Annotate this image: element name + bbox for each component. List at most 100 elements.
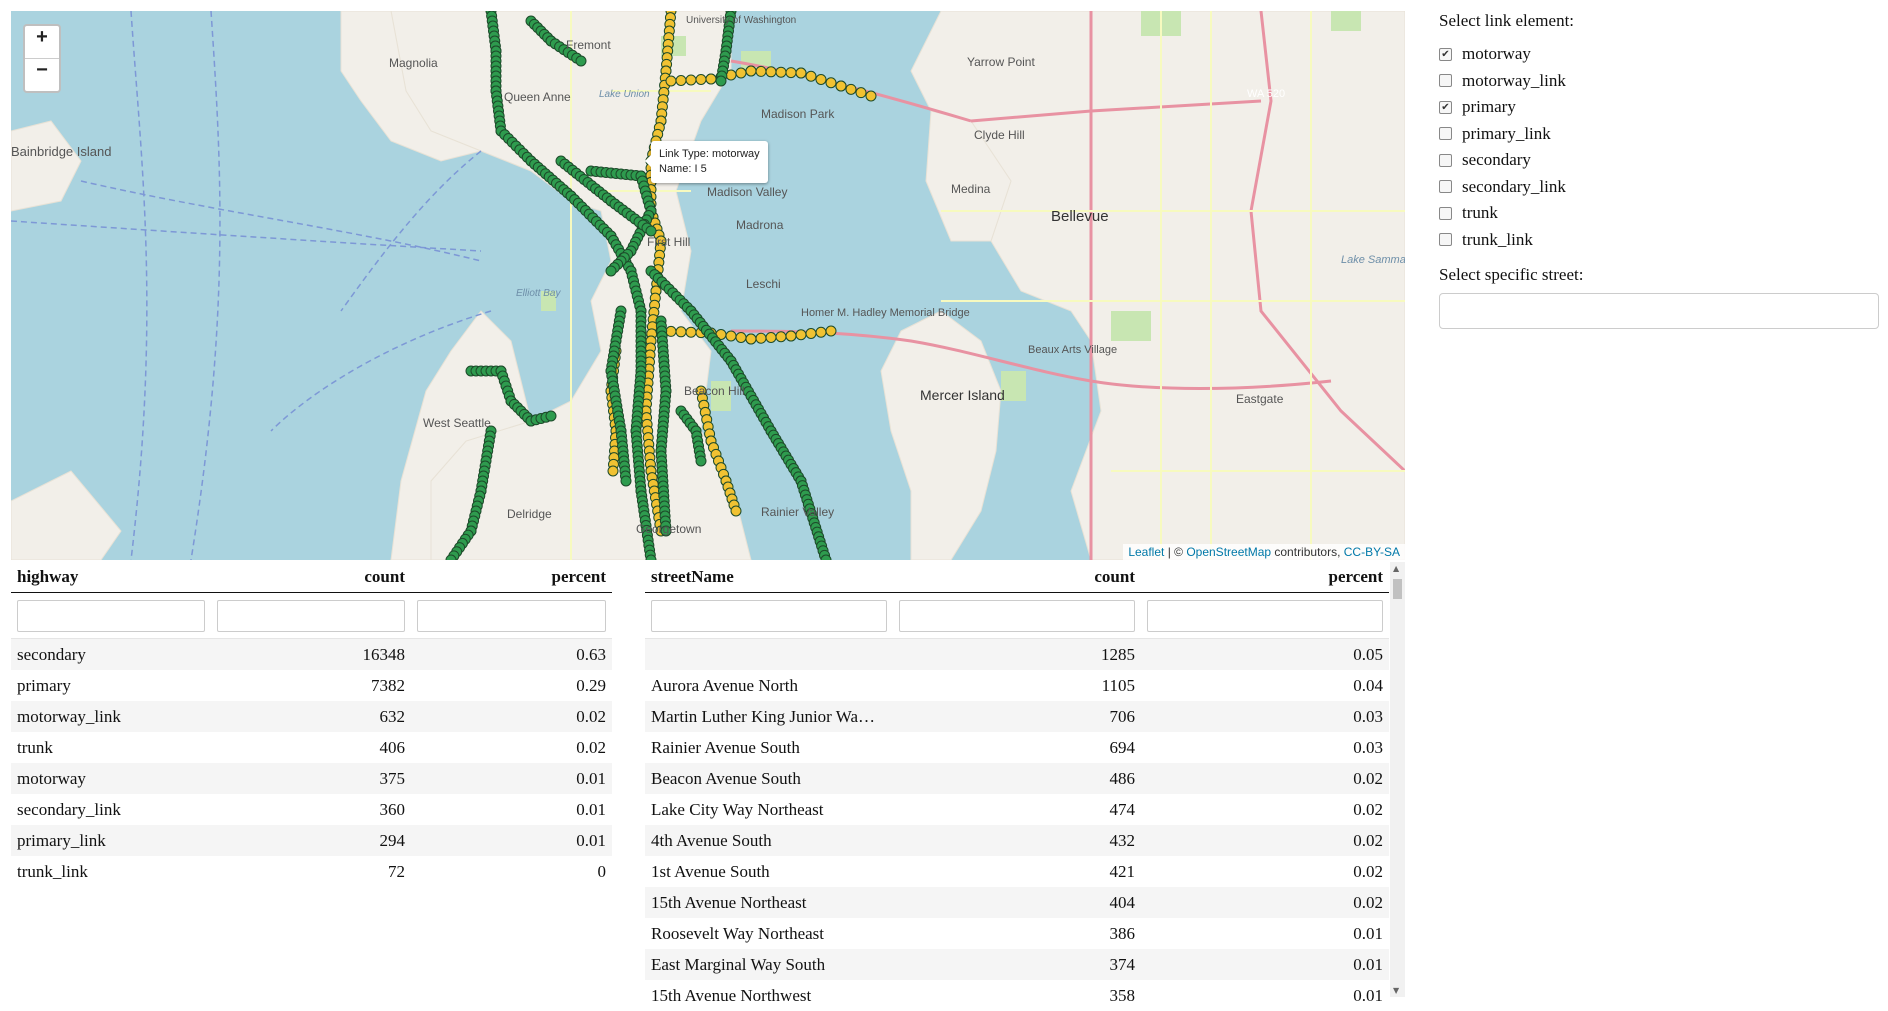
filter-input-streetname[interactable] [651,600,887,632]
primary-marker[interactable] [746,66,756,76]
table-row[interactable]: 4th Avenue South4320.02 [645,825,1389,856]
table-row[interactable]: 15th Avenue Northeast4040.02 [645,887,1389,918]
table-row[interactable]: Lake City Way Northeast4740.02 [645,794,1389,825]
motorway-marker[interactable] [546,411,556,421]
primary-marker[interactable] [826,78,836,88]
table-row[interactable]: secondary_link3600.01 [11,794,612,825]
table-row[interactable]: Beacon Avenue South4860.02 [645,763,1389,794]
table-row[interactable]: 12850.05 [645,639,1389,671]
checkbox-row-primary[interactable]: ✔primary [1439,94,1879,121]
checkbox-row-trunk-link[interactable]: trunk_link [1439,227,1879,254]
leaflet-link[interactable]: Leaflet [1128,545,1164,559]
checkbox-motorway[interactable]: ✔ [1439,48,1452,61]
filter-input-highway[interactable] [17,600,205,632]
primary-marker[interactable] [731,506,741,516]
table-row[interactable]: East Marginal Way South3740.01 [645,949,1389,980]
primary-marker[interactable] [746,334,756,344]
column-header-percent[interactable]: percent [1141,562,1389,593]
column-header-count[interactable]: count [211,562,411,593]
motorway-marker[interactable] [576,56,586,66]
motorway-marker[interactable] [696,456,706,466]
map[interactable]: Magnolia Queen Anne Fremont University o… [11,11,1405,560]
filter-input-count[interactable] [899,600,1135,632]
primary-marker[interactable] [686,327,696,337]
primary-marker[interactable] [696,75,706,85]
table-row[interactable]: Martin Luther King Junior Wa…7060.03 [645,701,1389,732]
primary-marker[interactable] [776,332,786,342]
filter-input-percent[interactable] [1147,600,1383,632]
filter-input-count[interactable] [217,600,405,632]
primary-marker[interactable] [676,327,686,337]
primary-marker[interactable] [846,84,856,94]
checkbox-row-motorway[interactable]: ✔motorway [1439,41,1879,68]
primary-marker[interactable] [766,333,776,343]
checkbox-row-trunk[interactable]: trunk [1439,200,1879,227]
checkbox-primary[interactable]: ✔ [1439,101,1452,114]
street-table-scrollbar[interactable]: ▲ ▼ [1390,562,1405,997]
column-header-percent[interactable]: percent [411,562,612,593]
primary-marker[interactable] [666,76,676,86]
primary-marker[interactable] [756,66,766,76]
checkbox-secondary-link[interactable] [1439,180,1452,193]
primary-marker[interactable] [686,75,696,85]
checkbox-trunk-link[interactable] [1439,233,1452,246]
motorway-marker[interactable] [621,476,631,486]
column-header-count[interactable]: count [893,562,1141,593]
license-link[interactable]: CC-BY-SA [1344,545,1400,559]
checkbox-trunk[interactable] [1439,207,1452,220]
filter-input-percent[interactable] [417,600,606,632]
scroll-down-icon[interactable]: ▼ [1393,986,1399,995]
column-header-streetname[interactable]: streetName [645,562,893,593]
primary-marker[interactable] [856,88,866,98]
primary-marker[interactable] [796,68,806,78]
primary-marker[interactable] [806,71,816,81]
scrollbar-thumb[interactable] [1393,579,1402,599]
checkbox-row-primary-link[interactable]: primary_link [1439,121,1879,148]
checkbox-row-secondary[interactable]: secondary [1439,147,1879,174]
table-row[interactable]: trunk_link720 [11,856,612,887]
primary-marker[interactable] [736,333,746,343]
checkbox-row-motorway-link[interactable]: motorway_link [1439,68,1879,95]
checkbox-secondary[interactable] [1439,154,1452,167]
primary-marker[interactable] [816,75,826,85]
primary-marker[interactable] [676,76,686,86]
primary-marker[interactable] [706,74,716,84]
table-row[interactable]: primary73820.29 [11,670,612,701]
primary-marker[interactable] [608,466,618,476]
primary-marker[interactable] [726,331,736,341]
table-row[interactable]: motorway_link6320.02 [11,701,612,732]
checkbox-row-secondary-link[interactable]: secondary_link [1439,174,1879,201]
table-row[interactable]: secondary163480.63 [11,639,612,671]
primary-marker[interactable] [786,331,796,341]
table-row[interactable]: 15th Avenue Northwest3580.01 [645,980,1389,1011]
column-header-highway[interactable]: highway [11,562,211,593]
table-row[interactable]: Rainier Avenue South6940.03 [645,732,1389,763]
primary-marker[interactable] [806,329,816,339]
primary-marker[interactable] [816,327,826,337]
table-row[interactable]: Roosevelt Way Northeast3860.01 [645,918,1389,949]
zoom-out-button[interactable]: − [25,59,59,91]
table-row[interactable]: motorway3750.01 [11,763,612,794]
primary-marker[interactable] [776,67,786,77]
table-row[interactable]: trunk4060.02 [11,732,612,763]
table-row[interactable]: primary_link2940.01 [11,825,612,856]
primary-marker[interactable] [666,326,676,336]
motorway-marker[interactable] [716,76,726,86]
primary-marker[interactable] [736,68,746,78]
motorway-marker[interactable] [606,266,616,276]
primary-marker[interactable] [826,326,836,336]
primary-marker[interactable] [786,68,796,78]
checkbox-primary-link[interactable] [1439,127,1452,140]
primary-marker[interactable] [756,333,766,343]
street-select-input[interactable] [1439,293,1879,329]
primary-marker[interactable] [866,91,876,101]
table-row[interactable]: 1st Avenue South4210.02 [645,856,1389,887]
primary-marker[interactable] [796,330,806,340]
scroll-up-icon[interactable]: ▲ [1393,564,1399,573]
primary-marker[interactable] [766,67,776,77]
primary-marker[interactable] [836,81,846,91]
zoom-in-button[interactable]: + [25,26,59,59]
table-row[interactable]: Aurora Avenue North11050.04 [645,670,1389,701]
map-canvas[interactable]: Magnolia Queen Anne Fremont University o… [11,11,1405,560]
osm-link[interactable]: OpenStreetMap [1186,545,1271,559]
